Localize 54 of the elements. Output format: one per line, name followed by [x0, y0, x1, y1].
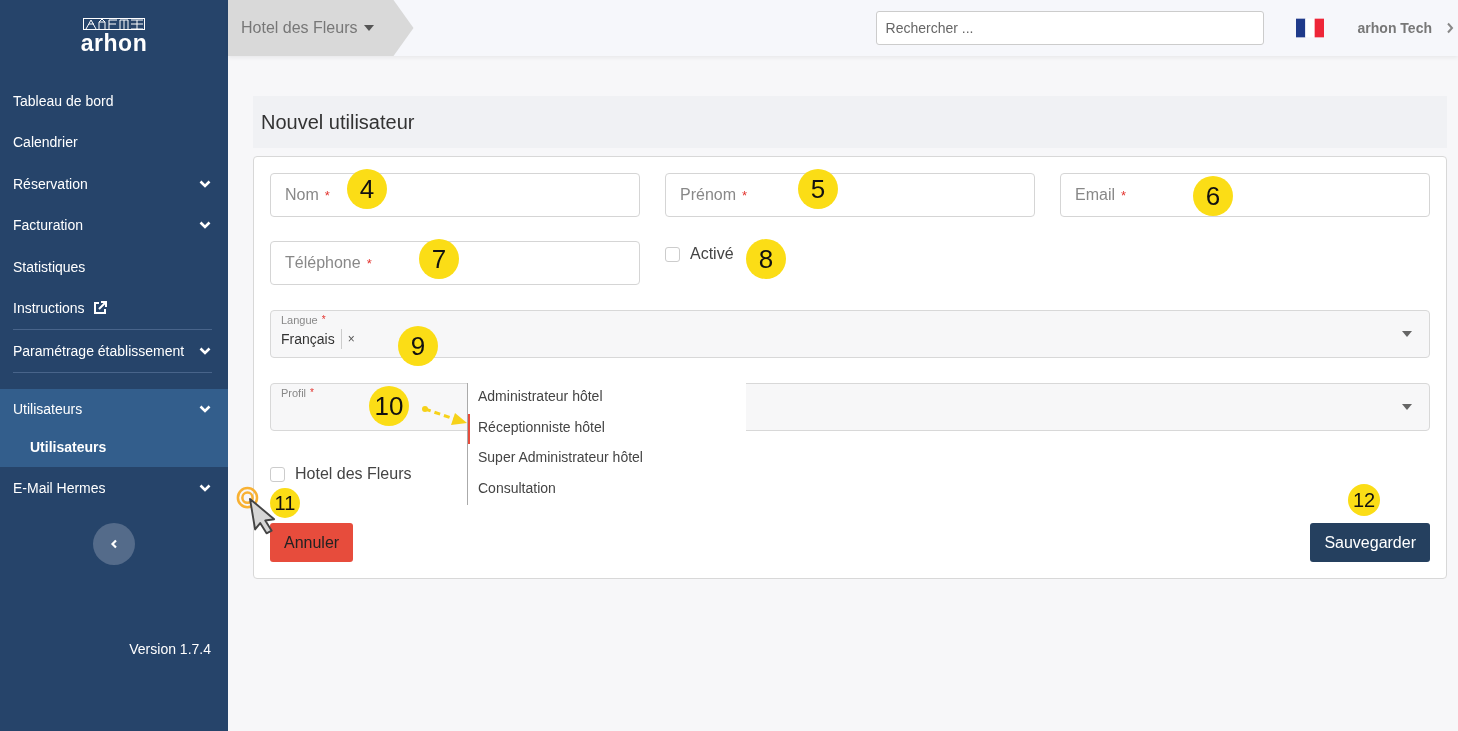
checkbox[interactable]	[665, 246, 680, 262]
menu-item[interactable]: Utilisateurs	[0, 388, 228, 430]
select-label: Profil	[281, 387, 307, 399]
chevron-down-icon	[199, 483, 211, 492]
logo-icon	[83, 18, 145, 30]
chevron-down-icon	[199, 346, 211, 355]
menu-item[interactable]: Statistiques	[0, 246, 228, 288]
menu-item[interactable]: Instructions	[0, 287, 228, 329]
external-link-icon	[92, 301, 107, 316]
submenu-item[interactable]: Utilisateurs	[0, 430, 228, 467]
search-field[interactable]: Rechercher ...	[875, 11, 1264, 45]
required-mark: *	[742, 187, 748, 203]
user-name[interactable]: arhon Tech	[1357, 20, 1432, 36]
logo-text: arhon	[80, 30, 148, 56]
required-mark: *	[366, 255, 372, 271]
select-label: Langue	[281, 314, 318, 326]
checkbox[interactable]	[270, 466, 285, 482]
required-mark: *	[324, 187, 330, 203]
flag-icon[interactable]	[1295, 18, 1324, 38]
version-text: Version 1.7.4	[128, 640, 212, 657]
save-button[interactable]: Sauvegarder	[1310, 523, 1430, 562]
tag-text: Français	[281, 329, 342, 349]
chevron-down-icon	[199, 179, 211, 188]
chevron-right-icon[interactable]	[1446, 22, 1454, 34]
field-placeholder: Nom	[285, 186, 319, 204]
menu-item[interactable]: Calendrier	[0, 121, 228, 163]
dropdown-option[interactable]: Réceptionniste hôtel	[468, 413, 746, 444]
required-mark: *	[321, 314, 326, 326]
dropdown-option[interactable]: Super Administrateur hôtel	[468, 444, 746, 475]
dashed-arrow	[421, 405, 469, 427]
cancel-button[interactable]: Annuler	[270, 523, 354, 562]
menu-item[interactable]: Facturation	[0, 204, 228, 246]
menu-item[interactable]: Paramétrage établissement	[0, 330, 228, 372]
menu-item[interactable]: E-Mail Hermes	[0, 467, 228, 509]
menu-item[interactable]: Réservation	[0, 163, 228, 205]
dropdown-option[interactable]: Consultation	[468, 474, 746, 505]
menu-item[interactable]: Tableau de bord	[0, 80, 228, 122]
chevron-left-icon	[110, 538, 118, 549]
chevron-down-icon	[199, 221, 211, 230]
caret-icon	[363, 25, 374, 31]
collapse-button[interactable]	[93, 522, 135, 565]
caret-icon	[1402, 404, 1412, 410]
checkbox-label: Hotel des Fleurs	[295, 465, 412, 483]
page-title: Nouvel utilisateur	[261, 110, 415, 134]
caret-icon	[1402, 331, 1412, 337]
required-mark: *	[1121, 187, 1127, 203]
required-mark: *	[310, 387, 314, 399]
remove-tag-button[interactable]: ×	[341, 332, 355, 346]
field-placeholder: Téléphone	[285, 254, 361, 272]
checkbox-label: Activé	[690, 245, 734, 263]
field-placeholder: Prénom	[680, 186, 737, 204]
field-placeholder: Email	[1075, 186, 1115, 204]
chevron-down-icon	[199, 405, 211, 414]
dropdown-option[interactable]: Administrateur hôtel	[468, 383, 746, 414]
